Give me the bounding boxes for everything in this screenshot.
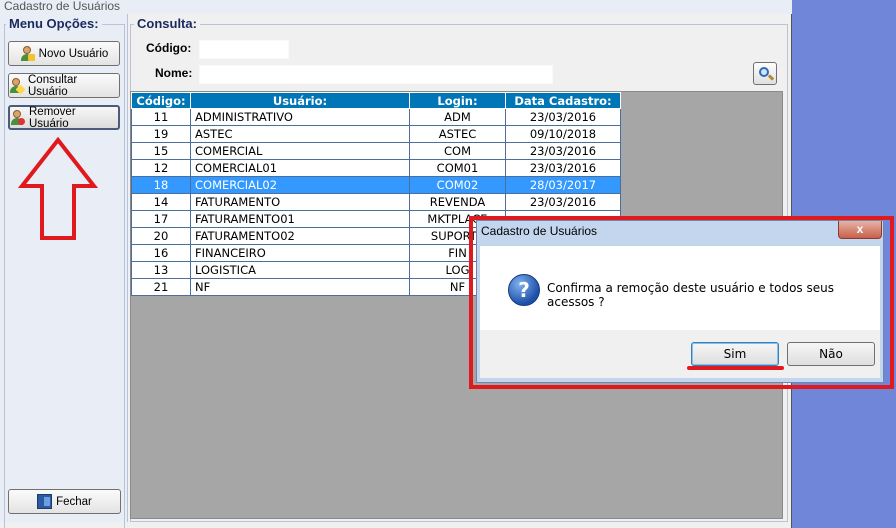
cell-login: COM	[409, 142, 506, 160]
cell-data: 23/03/2016	[505, 193, 621, 211]
column-header-login[interactable]: Login:	[409, 92, 506, 109]
menu-group-frame	[4, 24, 125, 528]
close-button[interactable]: Fechar	[8, 489, 121, 514]
dialog-title: Cadastro de Usuários	[481, 224, 598, 238]
cell-data: 23/03/2016	[505, 108, 621, 126]
cell-codigo: 20	[131, 227, 191, 245]
exit-door-icon	[37, 494, 53, 509]
cell-usuario: ASTEC	[190, 125, 410, 143]
cell-codigo: 16	[131, 244, 191, 262]
annotation-underline	[687, 366, 784, 370]
table-row[interactable]: 11 ADMINISTRATIVO ADM 23/03/2016	[131, 108, 621, 126]
remove-user-button[interactable]: Remover Usuário	[8, 105, 120, 130]
new-user-button[interactable]: Novo Usuário	[8, 41, 120, 66]
no-button[interactable]: Não	[787, 342, 875, 366]
menu-title: Menu Opções:	[6, 16, 102, 31]
cell-usuario: FATURAMENTO01	[190, 210, 410, 228]
table-row[interactable]: 14 FATURAMENTO REVENDA 23/03/2016	[131, 193, 621, 211]
cell-usuario: NF	[190, 278, 410, 296]
cell-login: COM02	[409, 176, 506, 194]
cell-codigo: 19	[131, 125, 191, 143]
nome-label: Nome:	[155, 66, 193, 80]
table-row[interactable]: 19 ASTEC ASTEC 09/10/2018	[131, 125, 621, 143]
cell-usuario: COMERCIAL	[190, 142, 410, 160]
cell-data: 23/03/2016	[505, 159, 621, 177]
codigo-label: Código:	[146, 41, 192, 55]
cell-codigo: 12	[131, 159, 191, 177]
cell-codigo: 11	[131, 108, 191, 126]
confirm-dialog: Cadastro de Usuários x ? Confirma a remo…	[476, 220, 884, 383]
consulta-title: Consulta:	[134, 16, 200, 31]
user-edit-icon	[9, 78, 26, 95]
cell-data: 09/10/2018	[505, 125, 621, 143]
query-user-button[interactable]: Consultar Usuário	[8, 73, 120, 98]
cell-login: COM01	[409, 159, 506, 177]
cell-usuario: COMERCIAL02	[190, 176, 410, 194]
user-remove-icon	[10, 110, 25, 125]
column-header-data-cadastro[interactable]: Data Cadastro:	[505, 92, 621, 109]
cell-codigo: 15	[131, 142, 191, 160]
close-icon: x	[856, 222, 864, 236]
cell-login: ADM	[409, 108, 506, 126]
column-header-usuario[interactable]: Usuário:	[190, 92, 410, 109]
cell-usuario: FATURAMENTO02	[190, 227, 410, 245]
cell-data: 28/03/2017	[505, 176, 621, 194]
cell-login: REVENDA	[409, 193, 506, 211]
cell-usuario: FINANCEIRO	[190, 244, 410, 262]
window-title: Cadastro de Usuários	[0, 0, 792, 14]
close-label: Fechar	[56, 495, 92, 508]
cell-codigo: 13	[131, 261, 191, 279]
nome-input[interactable]	[199, 65, 553, 84]
cell-usuario: FATURAMENTO	[190, 193, 410, 211]
cell-codigo: 14	[131, 193, 191, 211]
dialog-message: Confirma a remoção deste usuário e todos…	[547, 281, 834, 309]
table-header-row: Código: Usuário: Login: Data Cadastro:	[131, 92, 621, 109]
cell-codigo: 21	[131, 278, 191, 296]
cell-data: 23/03/2016	[505, 142, 621, 160]
remove-user-label: Remover Usuário	[29, 105, 76, 130]
question-icon: ?	[508, 274, 540, 306]
dialog-content: ? Confirma a remoção deste usuário e tod…	[480, 246, 880, 330]
cell-usuario: COMERCIAL01	[190, 159, 410, 177]
cell-usuario: ADMINISTRATIVO	[190, 108, 410, 126]
dialog-footer: Sim Não	[480, 330, 880, 378]
column-header-codigo[interactable]: Código:	[131, 92, 191, 109]
table-row[interactable]: 12 COMERCIAL01 COM01 23/03/2016	[131, 159, 621, 177]
annotation-arrow-up-icon	[18, 136, 98, 240]
cell-usuario: LOGISTICA	[190, 261, 410, 279]
query-user-label: Consultar Usuário	[28, 73, 78, 98]
cell-codigo: 18	[131, 176, 191, 194]
table-row-selected[interactable]: 18 COMERCIAL02 COM02 28/03/2017	[131, 176, 621, 194]
search-button[interactable]	[753, 62, 777, 85]
cell-login: ASTEC	[409, 125, 506, 143]
new-user-label: Novo Usuário	[38, 47, 109, 60]
codigo-input[interactable]	[199, 40, 289, 59]
table-row[interactable]: 15 COMERCIAL COM 23/03/2016	[131, 142, 621, 160]
yes-button[interactable]: Sim	[691, 342, 779, 366]
user-add-icon	[20, 46, 35, 61]
dialog-close-button[interactable]: x	[838, 221, 882, 239]
cell-codigo: 17	[131, 210, 191, 228]
